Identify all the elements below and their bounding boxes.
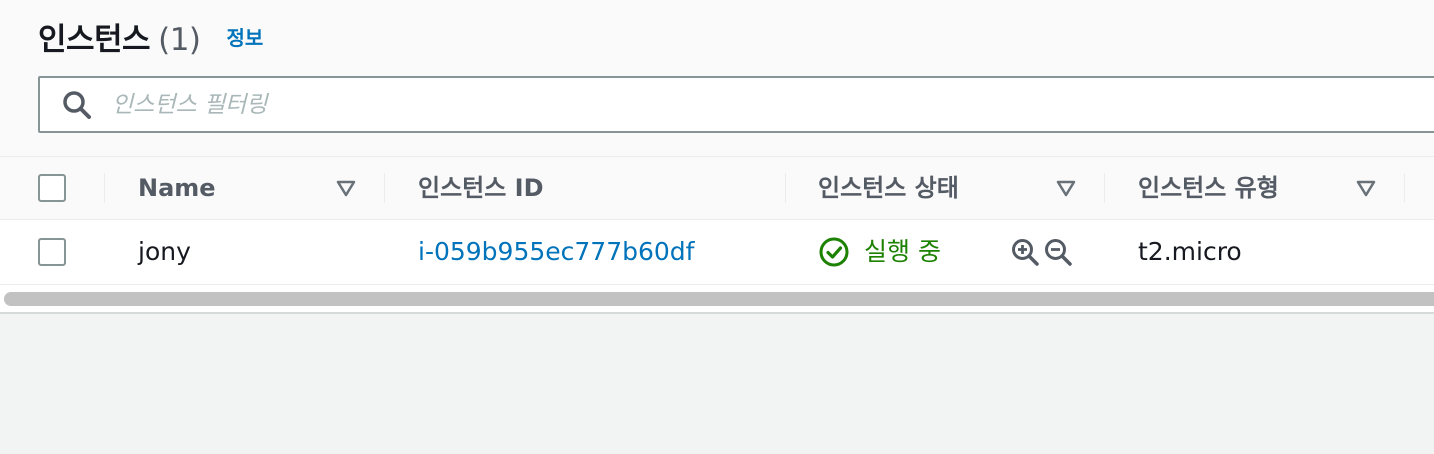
- cell-instance-type: t2.micro: [1138, 237, 1242, 266]
- page-title: 인스턴스 (1): [38, 14, 201, 59]
- column-header-instance-type[interactable]: 인스턴스 유형: [1138, 157, 1279, 219]
- zoom-in-icon[interactable]: [1010, 237, 1040, 267]
- column-divider: [1404, 173, 1405, 203]
- column-divider: [384, 173, 385, 203]
- filter-triangle-icon[interactable]: [1355, 177, 1377, 199]
- column-divider: [785, 173, 786, 203]
- info-link[interactable]: 정보: [227, 22, 264, 51]
- column-divider: [1104, 173, 1105, 203]
- search-input[interactable]: [110, 90, 1314, 119]
- horizontal-scrollbar[interactable]: [0, 286, 1434, 314]
- status-success-icon: [819, 237, 849, 267]
- instance-state-label: 실행 중: [864, 237, 941, 266]
- filter-triangle-icon[interactable]: [1055, 177, 1077, 199]
- table-header-row: Name 인스턴스 ID 인스턴스 상태 인스턴스 유형: [0, 157, 1434, 220]
- instance-state: 실행 중: [818, 220, 941, 284]
- instances-table: Name 인스턴스 ID 인스턴스 상태 인스턴스 유형 jony i-059b…: [0, 156, 1434, 287]
- instance-count: (1): [158, 21, 201, 58]
- instances-panel: 인스턴스(1) 정보 Name 인스턴스 ID 인스턴스 상태 인: [0, 0, 1434, 314]
- instance-id-link[interactable]: i-059b955ec777b60df: [418, 220, 694, 284]
- search-icon: [63, 90, 91, 119]
- select-all-checkbox[interactable]: [38, 174, 66, 202]
- panel-header: 인스턴스 (1) 정보: [38, 14, 263, 58]
- instance-filter[interactable]: [38, 76, 1434, 133]
- column-header-name[interactable]: Name: [138, 157, 216, 219]
- cell-name: jony: [138, 237, 191, 266]
- table-row[interactable]: jony i-059b955ec777b60df 실행 중 t2.micro: [0, 220, 1434, 285]
- column-header-instance-id[interactable]: 인스턴스 ID: [418, 157, 544, 219]
- page-title-text: 인스턴스: [38, 21, 151, 58]
- column-divider: [104, 173, 105, 203]
- column-header-instance-state[interactable]: 인스턴스 상태: [818, 157, 959, 219]
- row-checkbox[interactable]: [38, 238, 66, 266]
- zoom-out-icon[interactable]: [1043, 237, 1073, 267]
- scrollbar-thumb[interactable]: [4, 292, 1434, 306]
- filter-triangle-icon[interactable]: [335, 177, 357, 199]
